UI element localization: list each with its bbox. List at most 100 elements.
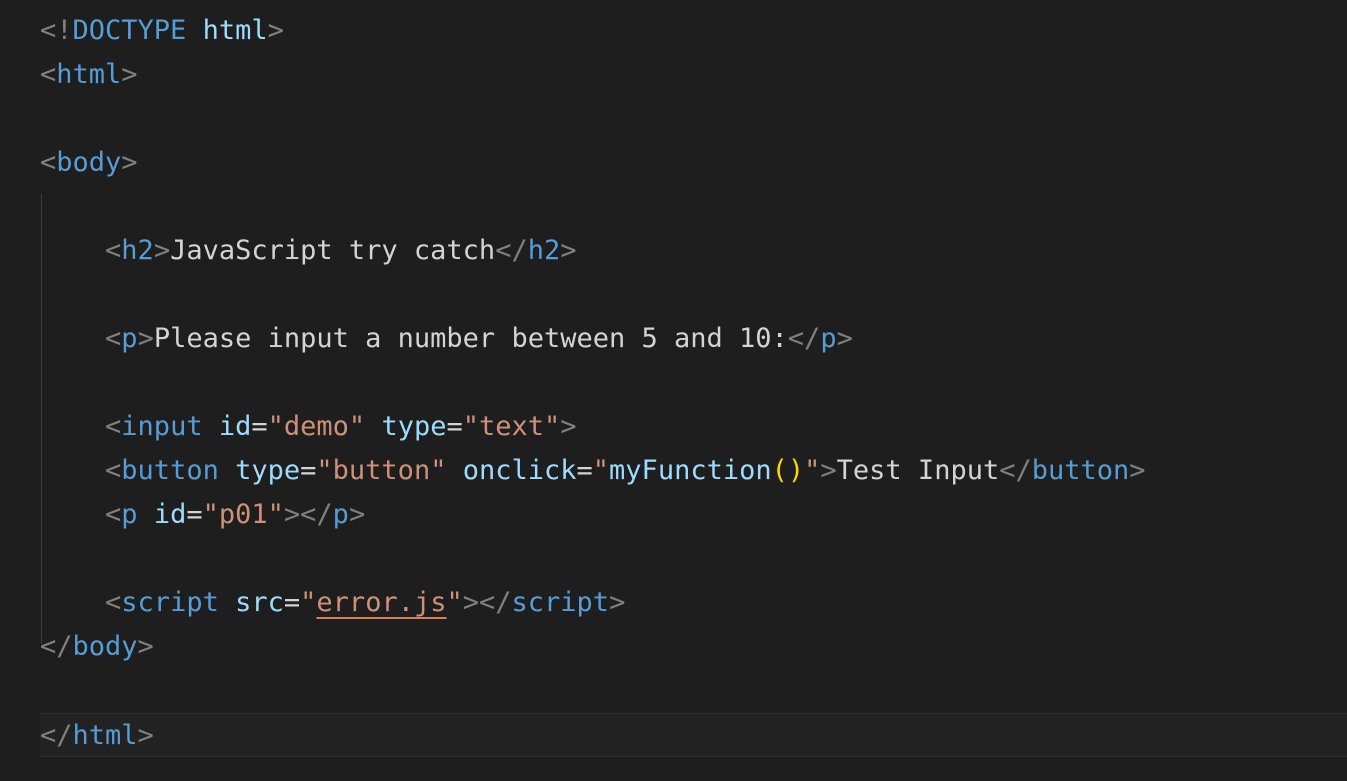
code-line[interactable]	[40, 97, 1347, 141]
code-token: <	[105, 323, 122, 354]
code-token: </	[40, 631, 73, 662]
code-token: =	[446, 411, 463, 442]
code-line[interactable]	[40, 273, 1347, 317]
code-token: myFunction	[609, 455, 772, 486]
code-token: html	[72, 720, 138, 751]
code-token: "	[804, 455, 821, 486]
code-token: >	[462, 587, 479, 618]
code-token: >	[153, 235, 171, 266]
code-token: Test Input	[836, 455, 1000, 486]
code-token: Please input a number between 5 and 10:	[153, 323, 788, 354]
code-line[interactable]: <h2>JavaScript try catch</h2>	[40, 229, 1347, 273]
code-line[interactable]: <body>	[40, 141, 1347, 185]
code-token: onclick	[462, 455, 577, 486]
code-token: html	[56, 59, 122, 90]
code-token: p	[121, 499, 138, 530]
code-token: =	[251, 411, 268, 442]
code-token: "	[446, 587, 463, 618]
code-token: >	[609, 587, 626, 618]
code-token: h2	[527, 235, 561, 266]
code-line[interactable]: <!DOCTYPE html>	[40, 9, 1347, 53]
code-token: >	[137, 720, 154, 751]
code-token: JavaScript try catch	[170, 235, 496, 266]
code-line[interactable]	[40, 669, 1347, 713]
code-line[interactable]: <p>Please input a number between 5 and 1…	[40, 317, 1347, 361]
code-token: >	[1129, 455, 1146, 486]
code-token: >	[137, 631, 154, 662]
code-token: <!	[40, 15, 73, 46]
code-token: </	[999, 455, 1032, 486]
code-token: >	[267, 15, 284, 46]
code-token: </	[787, 323, 821, 354]
code-editor[interactable]: <!DOCTYPE html> <html> <body> <h2>JavaScri…	[0, 0, 1347, 781]
code-token: "button"	[316, 455, 447, 486]
code-line[interactable]	[40, 185, 1347, 229]
code-token: id	[218, 411, 252, 442]
code-token: >	[121, 147, 138, 178]
code-token: <	[105, 411, 122, 442]
code-line[interactable]: <input id="demo" type="text">	[40, 405, 1347, 449]
code-line[interactable]: </body>	[40, 625, 1347, 669]
code-token: <	[105, 587, 122, 618]
code-token: script	[121, 587, 219, 618]
code-token: =	[576, 455, 593, 486]
code-token: >	[121, 59, 138, 90]
code-token: =	[186, 499, 203, 530]
code-line[interactable]	[40, 361, 1347, 405]
code-token: p	[121, 323, 138, 354]
code-token: "p01"	[202, 499, 284, 530]
code-token: button	[121, 455, 219, 486]
code-token: type	[235, 455, 301, 486]
code-line[interactable]	[40, 537, 1347, 581]
code-token: id	[153, 499, 187, 530]
code-token: <	[105, 455, 122, 486]
code-token: =	[300, 455, 317, 486]
code-token: <	[40, 147, 57, 178]
code-token: <	[105, 499, 122, 530]
code-token: p	[332, 499, 349, 530]
code-token: h2	[121, 235, 154, 266]
code-token: p	[820, 323, 837, 354]
code-line[interactable]: <html>	[40, 53, 1347, 97]
code-token: DOCTYPE	[72, 15, 187, 46]
code-token: </	[479, 587, 512, 618]
code-token: body	[56, 147, 122, 178]
code-token: "	[592, 455, 610, 486]
code-token: >	[836, 323, 853, 354]
code-token: >	[137, 323, 154, 354]
code-token: "demo"	[267, 411, 366, 442]
code-token: ()	[771, 455, 805, 486]
code-token: script	[511, 587, 610, 618]
code-token: >	[560, 235, 577, 266]
code-token: <	[40, 59, 57, 90]
code-token: html	[202, 15, 268, 46]
code-token: </	[300, 499, 333, 530]
code-token: >	[348, 499, 366, 530]
code-token: >	[283, 499, 301, 530]
code-token-with-warning: error.js	[316, 587, 447, 618]
code-token: >	[560, 411, 577, 442]
code-line[interactable]: <button type="button" onclick="myFunctio…	[40, 449, 1347, 493]
code-token: body	[72, 631, 138, 662]
code-line[interactable]: <p id="p01"></p>	[40, 493, 1347, 537]
code-token: "	[300, 587, 317, 618]
code-token: type	[381, 411, 447, 442]
code-token: =	[283, 587, 301, 618]
code-token: >	[820, 455, 837, 486]
code-token: input	[121, 411, 203, 442]
code-line-current[interactable]: </html>	[40, 713, 1347, 757]
code-line[interactable]: <script src="error.js"></script>	[40, 581, 1347, 625]
code-token: src	[235, 587, 284, 618]
